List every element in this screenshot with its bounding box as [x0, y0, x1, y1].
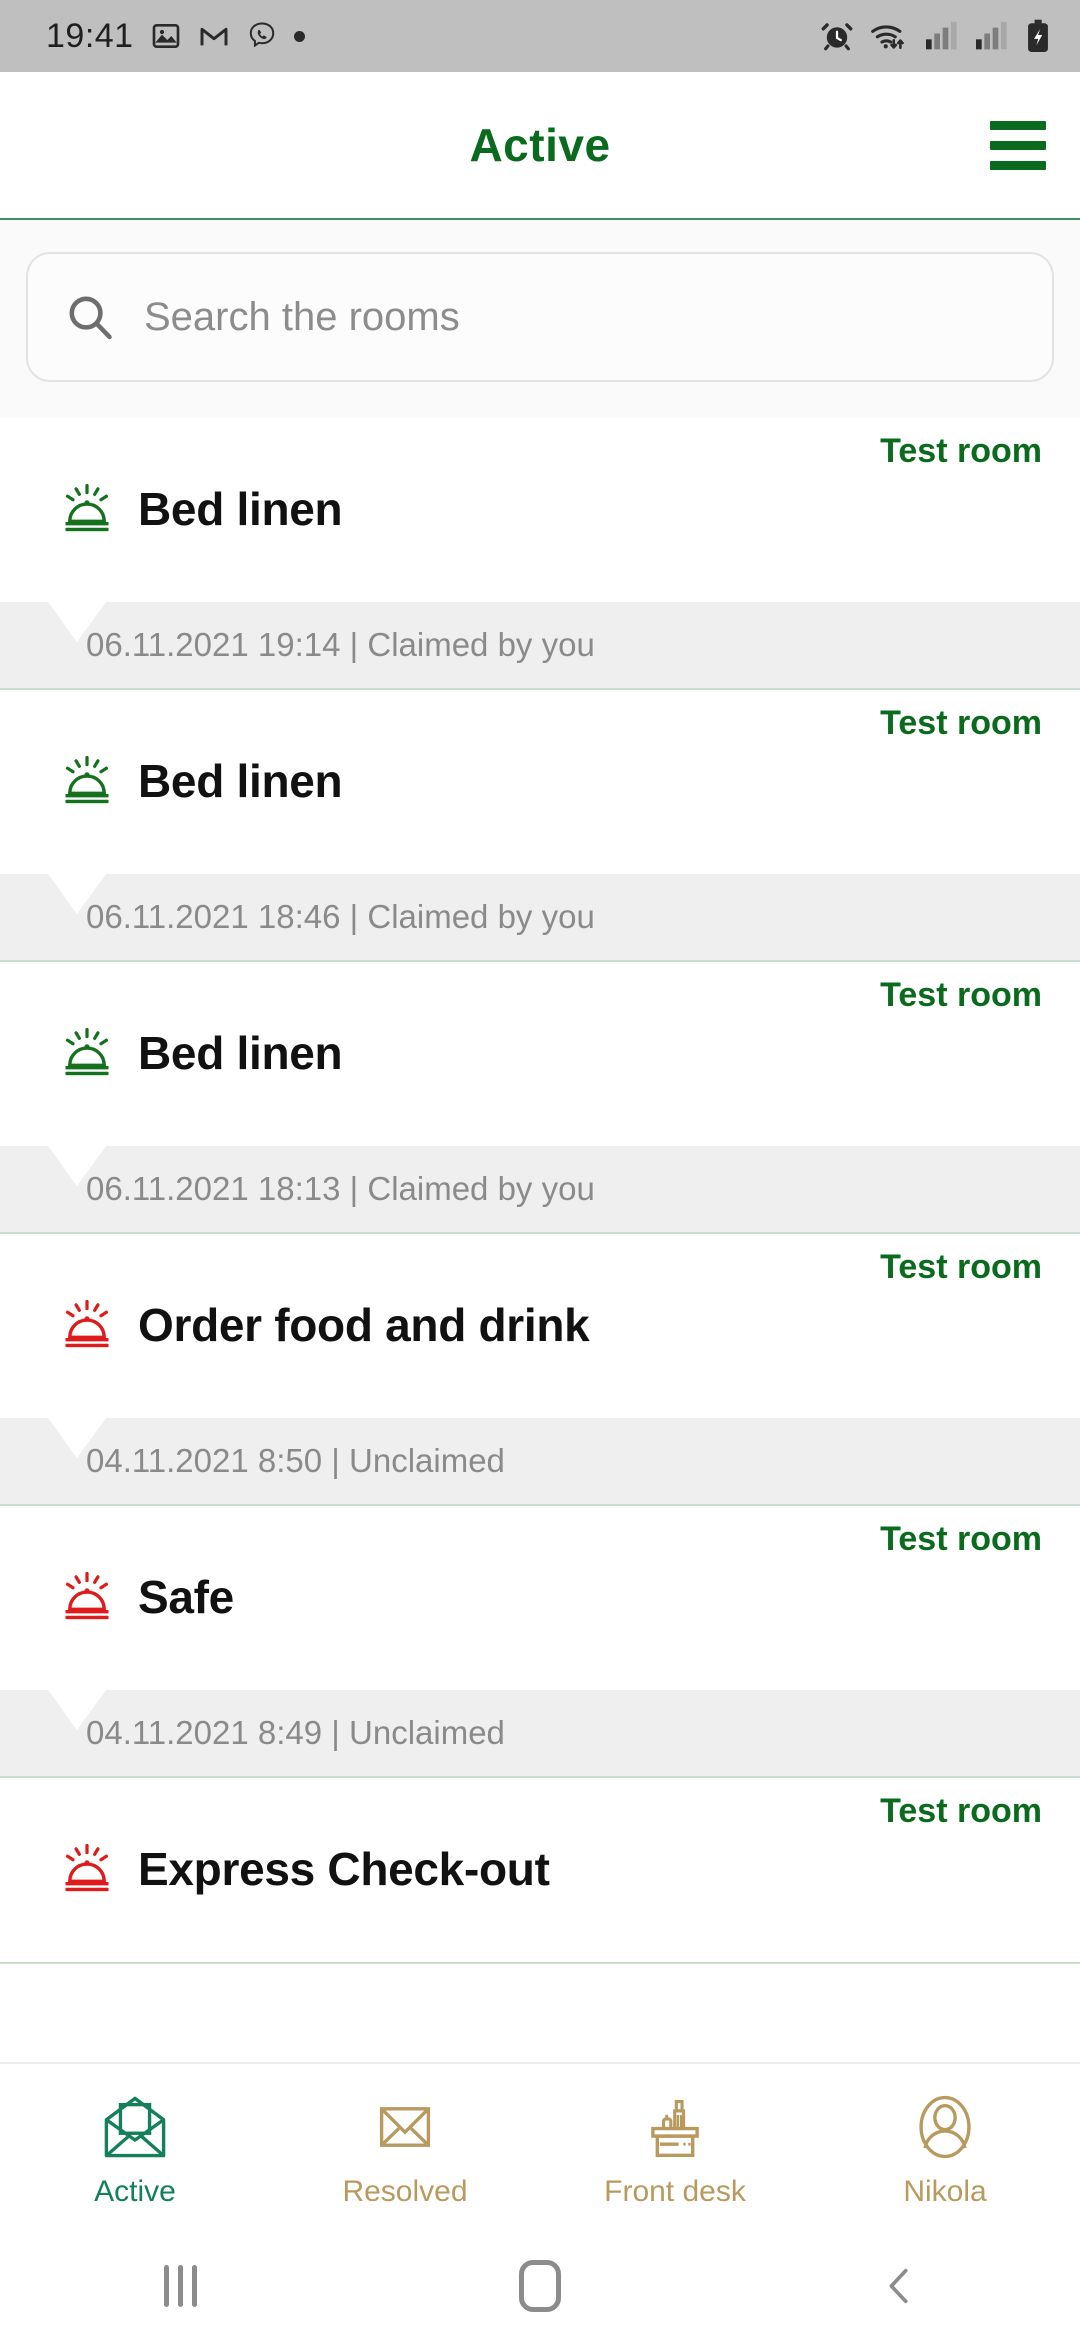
request-headline: Bed linen	[58, 480, 343, 538]
menu-bar-1	[990, 120, 1046, 130]
request-card-body[interactable]: Test room Order food and drink	[0, 1234, 1080, 1418]
room-label: Test room	[880, 704, 1042, 742]
request-card-body[interactable]: Test room Bed linen	[0, 418, 1080, 602]
room-label: Test room	[880, 1792, 1042, 1830]
request-headline: Safe	[58, 1568, 234, 1626]
request-card-footer: 04.11.2021 8:50 | Unclaimed	[0, 1418, 1080, 1504]
tab-front-desk[interactable]: Front desk	[540, 2064, 810, 2232]
request-meta: 06.11.2021 18:13 | Claimed by you	[86, 1170, 595, 1207]
photos-icon	[152, 24, 179, 48]
request-headline: Order food and drink	[58, 1296, 590, 1354]
service-bell-icon	[65, 483, 109, 532]
service-bell-icon	[65, 1843, 109, 1892]
request-card-footer: 06.11.2021 19:14 | Claimed by you	[0, 602, 1080, 688]
android-nav-bar	[0, 2232, 1080, 2340]
bottom-tab-bar: Active Resolved Front desk Nikola	[0, 2062, 1080, 2232]
tab-profile[interactable]: Nikola	[810, 2064, 1080, 2232]
request-card-body[interactable]: Test room Express Check-out	[0, 1778, 1080, 1962]
battery-charging-icon	[1028, 19, 1048, 53]
request-card-footer: 06.11.2021 18:46 | Claimed by you	[0, 874, 1080, 960]
request-card-body[interactable]: Test room Bed linen	[0, 690, 1080, 874]
request-card[interactable]: Test room Express Check-out	[0, 1778, 1080, 1964]
service-bell-icon	[65, 1571, 109, 1620]
request-meta: 04.11.2021 8:50 | Unclaimed	[86, 1442, 505, 1479]
request-title: Express Check-out	[138, 1843, 550, 1895]
tab-label-profile: Nikola	[903, 2175, 987, 2208]
page-title: Active	[469, 119, 611, 171]
notification-dot-icon	[293, 30, 305, 42]
request-title: Order food and drink	[138, 1299, 590, 1351]
request-headline: Bed linen	[58, 752, 343, 810]
room-label: Test room	[880, 976, 1042, 1014]
status-bar-clock: 19:41	[46, 16, 134, 55]
room-label: Test room	[880, 1520, 1042, 1558]
status-bar-left: 19:41	[46, 17, 305, 56]
request-title: Bed linen	[138, 483, 343, 535]
request-title: Safe	[138, 1571, 234, 1623]
open-envelope-icon	[96, 2087, 174, 2167]
signal-bars-2-icon	[976, 21, 1007, 50]
request-meta: 04.11.2021 8:49 | Unclaimed	[86, 1714, 505, 1751]
recents-icon[interactable]	[110, 2232, 250, 2340]
tab-active[interactable]: Active	[0, 2064, 270, 2232]
service-bell-icon	[65, 755, 109, 804]
front-desk-icon	[636, 2087, 714, 2167]
tab-label-resolved: Resolved	[342, 2175, 468, 2208]
request-card[interactable]: Test room Bed linen 06.11.2021 19:14 | C…	[0, 418, 1080, 690]
request-card-footer: 06.11.2021 18:13 | Claimed by you	[0, 1146, 1080, 1232]
request-card[interactable]: Test room Safe 04.11.2021 8:49 | Unclaim…	[0, 1506, 1080, 1778]
footer-notch	[48, 1146, 106, 1186]
alarm-icon	[821, 23, 853, 51]
tab-label-active: Active	[94, 2175, 176, 2208]
app-header: Active	[0, 72, 1080, 220]
back-icon[interactable]	[830, 2232, 970, 2340]
user-profile-icon	[906, 2087, 984, 2167]
footer-notch	[48, 1690, 106, 1730]
menu-bar-2	[990, 140, 1046, 150]
request-meta: 06.11.2021 19:14 | Claimed by you	[86, 626, 595, 663]
footer-notch	[48, 602, 106, 642]
request-meta: 06.11.2021 18:46 | Claimed by you	[86, 898, 595, 935]
menu-bar-3	[990, 160, 1046, 170]
search-icon	[69, 296, 112, 340]
home-glyph	[519, 2260, 561, 2312]
request-title: Bed linen	[138, 755, 343, 807]
search-input[interactable]: Search the rooms	[26, 252, 1054, 382]
request-headline: Express Check-out	[58, 1840, 550, 1898]
tab-resolved[interactable]: Resolved	[270, 2064, 540, 2232]
request-card[interactable]: Test room Order food and drink 04.11.202…	[0, 1234, 1080, 1506]
service-bell-icon	[65, 1027, 109, 1076]
room-label: Test room	[880, 432, 1042, 470]
closed-envelope-icon	[366, 2087, 444, 2167]
viber-icon	[249, 22, 274, 48]
request-card-body[interactable]: Test room Safe	[0, 1506, 1080, 1690]
room-label: Test room	[880, 1248, 1042, 1286]
tab-label-front-desk: Front desk	[604, 2175, 746, 2208]
hamburger-menu-icon[interactable]	[982, 114, 1054, 176]
wifi-icon	[871, 25, 904, 49]
request-title: Bed linen	[138, 1027, 343, 1079]
gmail-icon	[200, 27, 228, 46]
signal-bars-icon	[926, 21, 957, 50]
recents-glyph	[163, 2265, 197, 2307]
search-placeholder: Search the rooms	[144, 294, 460, 339]
request-card[interactable]: Test room Bed linen 06.11.2021 18:46 | C…	[0, 690, 1080, 962]
home-icon[interactable]	[470, 2232, 610, 2340]
request-list[interactable]: Test room Bed linen 06.11.2021 19:14 | C…	[0, 418, 1080, 2062]
service-bell-icon	[65, 1299, 109, 1348]
search-section: Search the rooms	[0, 220, 1080, 418]
back-glyph	[889, 2268, 908, 2304]
request-headline: Bed linen	[58, 1024, 343, 1082]
app-screen: 19:41 Active Search the rooms Test room …	[0, 0, 1080, 2340]
request-card-footer: 04.11.2021 8:49 | Unclaimed	[0, 1690, 1080, 1776]
request-card-body[interactable]: Test room Bed linen	[0, 962, 1080, 1146]
android-status-bar: 19:41	[0, 0, 1080, 72]
request-card[interactable]: Test room Bed linen 06.11.2021 18:13 | C…	[0, 962, 1080, 1234]
status-bar-right	[820, 19, 1052, 53]
footer-notch	[48, 1418, 106, 1458]
footer-notch	[48, 874, 106, 914]
